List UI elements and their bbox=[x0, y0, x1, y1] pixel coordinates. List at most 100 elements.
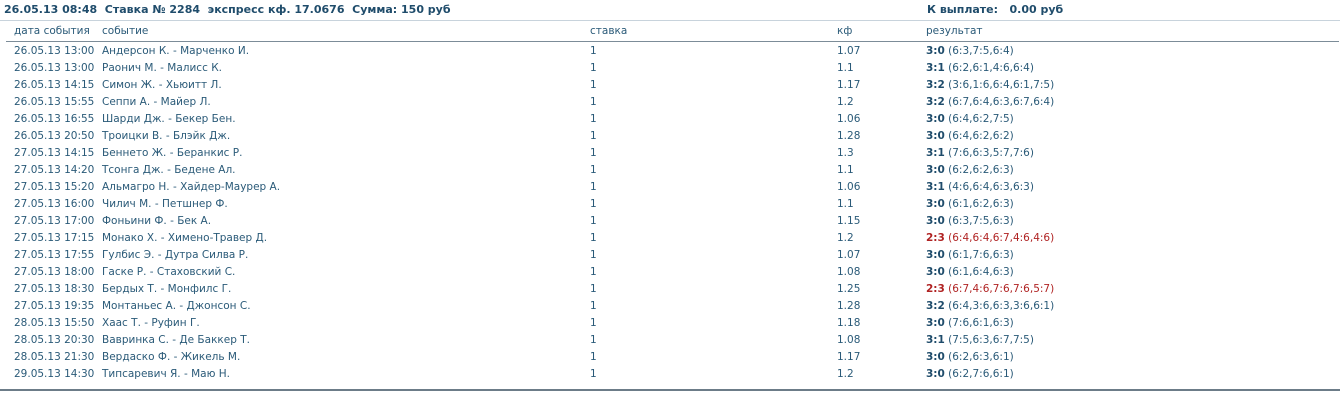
event-date: 28.05.13 20:30 bbox=[14, 333, 95, 346]
event-date: 27.05.13 19:35 bbox=[14, 299, 95, 312]
event-kf: 1.08 bbox=[837, 265, 861, 278]
table-row: 27.05.13 14:15 Беннето Ж. - Беранкис Р. 1 1… bbox=[6, 144, 1339, 161]
event-stake: 1 bbox=[590, 282, 597, 295]
event-date: 27.05.13 17:15 bbox=[14, 231, 95, 244]
column-result: результат bbox=[926, 21, 1339, 42]
event-kf: 1.28 bbox=[837, 299, 861, 312]
event-name: Андерсон К. - Марченко И. bbox=[102, 44, 250, 57]
event-date: 27.05.13 14:15 bbox=[14, 146, 95, 159]
event-name: Вавринка С. - Де Баккер Т. bbox=[102, 333, 250, 346]
event-stake: 1 bbox=[590, 44, 597, 57]
event-stake: 1 bbox=[590, 214, 597, 227]
event-name: Чилич М. - Петшнер Ф. bbox=[102, 197, 228, 210]
event-date: 26.05.13 13:00 bbox=[14, 61, 95, 74]
table-row: 26.05.13 14:15 Симон Ж. - Хьюитт Л. 1 1.17 3… bbox=[6, 76, 1339, 93]
table-row: 26.05.13 15:55 Сеппи А. - Майер Л. 1 1.2 3:2… bbox=[6, 93, 1339, 110]
event-kf: 1.25 bbox=[837, 282, 861, 295]
result-sets: (6:1,6:4,6:3) bbox=[948, 265, 1014, 278]
result-sets: (6:1,6:2,6:3) bbox=[948, 197, 1014, 210]
event-date: 26.05.13 20:50 bbox=[14, 129, 95, 142]
table-row: 28.05.13 15:50 Хаас Т. - Руфин Г. 1 1.18 3:0… bbox=[6, 314, 1339, 331]
table-row: 27.05.13 17:00 Фоньини Ф. - Бек А. 1 1.15 3:… bbox=[6, 212, 1339, 229]
result-score: 3:2 bbox=[926, 299, 945, 312]
event-stake: 1 bbox=[590, 78, 597, 91]
event-kf: 1.2 bbox=[837, 367, 854, 380]
event-result: 3:0 (6:2,7:6,6:1) bbox=[926, 365, 1339, 382]
event-name: Альмагро Н. - Хайдер-Маурер А. bbox=[102, 180, 281, 193]
result-score: 2:3 bbox=[926, 231, 945, 244]
event-kf: 1.1 bbox=[837, 163, 854, 176]
table-row: 29.05.13 14:30 Типсаревич Я. - Маю Н. 1 1.2… bbox=[6, 365, 1339, 382]
result-score: 3:0 bbox=[926, 197, 945, 210]
event-stake: 1 bbox=[590, 333, 597, 346]
event-result: 3:0 (6:3,7:5,6:3) bbox=[926, 212, 1339, 229]
event-kf: 1.17 bbox=[837, 350, 861, 363]
event-result: 3:0 (6:1,6:2,6:3) bbox=[926, 195, 1339, 212]
table-header: дата события событие ставка кф результат bbox=[6, 21, 1339, 42]
table-row: 27.05.13 17:15 Монако Х. - Химено-Травер … bbox=[6, 229, 1339, 246]
event-date: 26.05.13 13:00 bbox=[14, 44, 95, 57]
event-name: Фоньини Ф. - Бек А. bbox=[102, 214, 212, 227]
event-stake: 1 bbox=[590, 180, 597, 193]
event-stake: 1 bbox=[590, 316, 597, 329]
event-kf: 1.2 bbox=[837, 95, 854, 108]
event-result: 2:3 (6:4,6:4,6:7,4:6,4:6) bbox=[926, 229, 1339, 246]
result-sets: (4:6,6:4,6:3,6:3) bbox=[948, 180, 1034, 193]
event-date: 26.05.13 16:55 bbox=[14, 112, 95, 125]
event-result: 3:1 (7:6,6:3,5:7,7:6) bbox=[926, 144, 1339, 161]
event-kf: 1.3 bbox=[837, 146, 854, 159]
result-sets: (7:6,6:3,5:7,7:6) bbox=[948, 146, 1034, 159]
table-row: 27.05.13 18:30 Бердых Т. - Монфилс Г. 1 1.2… bbox=[6, 280, 1339, 297]
event-name: Троицки В. - Блэйк Дж. bbox=[102, 129, 231, 142]
event-result: 3:0 (6:4,6:2,7:5) bbox=[926, 110, 1339, 127]
table-row: 27.05.13 14:20 Тсонга Дж. - Бедене Ал. 1 1.… bbox=[6, 161, 1339, 178]
event-kf: 1.18 bbox=[837, 316, 861, 329]
event-result: 3:0 (6:1,6:4,6:3) bbox=[926, 263, 1339, 280]
table-row: 27.05.13 17:55 Гулбис Э. - Дутра Силва Р.… bbox=[6, 246, 1339, 263]
result-sets: (6:4,3:6,6:3,3:6,6:1) bbox=[948, 299, 1055, 312]
result-score: 3:1 bbox=[926, 146, 945, 159]
event-result: 3:2 (3:6,1:6,6:4,6:1,7:5) bbox=[926, 76, 1339, 93]
event-result: 3:0 (6:3,7:5,6:4) bbox=[926, 42, 1339, 60]
event-stake: 1 bbox=[590, 350, 597, 363]
result-score: 3:1 bbox=[926, 333, 945, 346]
event-result: 3:0 (7:6,6:1,6:3) bbox=[926, 314, 1339, 331]
result-sets: (7:6,6:1,6:3) bbox=[948, 316, 1014, 329]
event-result: 3:0 (6:2,6:3,6:1) bbox=[926, 348, 1339, 365]
result-sets: (6:4,6:4,6:7,4:6,4:6) bbox=[948, 231, 1055, 244]
event-date: 27.05.13 18:30 bbox=[14, 282, 95, 295]
event-name: Бердых Т. - Монфилс Г. bbox=[102, 282, 232, 295]
event-stake: 1 bbox=[590, 163, 597, 176]
event-date: 26.05.13 14:15 bbox=[14, 78, 95, 91]
bottom-divider bbox=[0, 389, 1340, 391]
event-date: 27.05.13 17:55 bbox=[14, 248, 95, 261]
result-score: 3:0 bbox=[926, 44, 945, 57]
event-result: 3:0 (6:1,7:6,6:3) bbox=[926, 246, 1339, 263]
event-stake: 1 bbox=[590, 112, 597, 125]
event-stake: 1 bbox=[590, 61, 597, 74]
event-stake: 1 bbox=[590, 146, 597, 159]
event-kf: 1.07 bbox=[837, 44, 861, 57]
event-name: Вердаско Ф. - Жикель М. bbox=[102, 350, 241, 363]
result-score: 3:2 bbox=[926, 95, 945, 108]
result-score: 3:0 bbox=[926, 248, 945, 261]
event-date: 28.05.13 15:50 bbox=[14, 316, 95, 329]
result-sets: (6:2,6:1,4:6,6:4) bbox=[948, 61, 1034, 74]
event-stake: 1 bbox=[590, 299, 597, 312]
event-name: Хаас Т. - Руфин Г. bbox=[102, 316, 200, 329]
result-sets: (6:7,6:4,6:3,6:7,6:4) bbox=[948, 95, 1055, 108]
event-kf: 1.17 bbox=[837, 78, 861, 91]
result-score: 3:1 bbox=[926, 61, 945, 74]
event-name: Беннето Ж. - Беранкис Р. bbox=[102, 146, 243, 159]
table-row: 26.05.13 16:55 Шарди Дж. - Бекер Бен. 1 1.0… bbox=[6, 110, 1339, 127]
result-score: 3:0 bbox=[926, 367, 945, 380]
table-row: 27.05.13 16:00 Чилич М. - Петшнер Ф. 1 1.1 3… bbox=[6, 195, 1339, 212]
column-event: событие bbox=[102, 21, 590, 42]
event-stake: 1 bbox=[590, 248, 597, 261]
event-name: Сеппи А. - Майер Л. bbox=[102, 95, 211, 108]
event-kf: 1.2 bbox=[837, 231, 854, 244]
result-score: 3:2 bbox=[926, 78, 945, 91]
bet-header: 26.05.13 08:48 Ставка № 2284 экспресс кф… bbox=[0, 0, 1340, 21]
table-row: 28.05.13 20:30 Вавринка С. - Де Баккер Т.… bbox=[6, 331, 1339, 348]
event-stake: 1 bbox=[590, 95, 597, 108]
